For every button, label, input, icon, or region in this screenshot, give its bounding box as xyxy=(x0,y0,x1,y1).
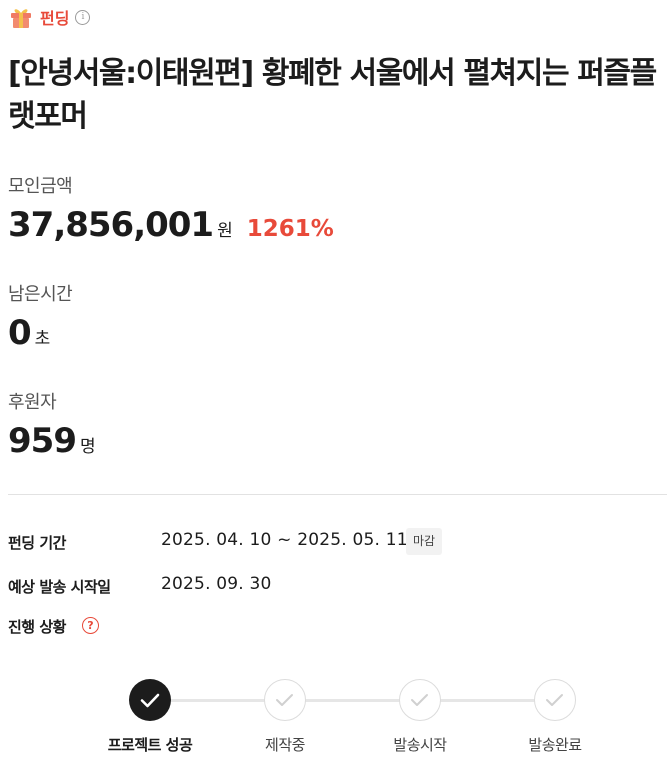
funding-period-value: 2025. 04. 10 ~ 2025. 05. 11 xyxy=(161,530,408,550)
shipping-date-label: 예상 발송 시작일 xyxy=(8,578,111,596)
remaining-value: 0 xyxy=(8,313,32,353)
check-icon xyxy=(276,694,293,706)
backers-row: 959 명 xyxy=(8,421,96,461)
gift-icon xyxy=(8,4,34,30)
raised-unit: 원 xyxy=(217,221,233,241)
remaining-row: 0 초 xyxy=(8,313,50,353)
check-icon xyxy=(140,693,160,708)
backers-value: 959 xyxy=(8,421,77,461)
raised-value: 37,856,001 xyxy=(8,205,214,245)
backers-unit: 명 xyxy=(79,437,96,457)
divider xyxy=(8,494,667,495)
step-label: 발송시작 xyxy=(393,736,447,754)
check-icon xyxy=(411,694,428,706)
step-label: 프로젝트 성공 xyxy=(107,736,193,754)
shipping-date-value: 2025. 09. 30 xyxy=(161,574,272,594)
category-row: 펀딩 i xyxy=(8,4,91,30)
step-production-circle xyxy=(264,679,306,721)
remaining-label: 남은시간 xyxy=(8,284,73,305)
check-icon xyxy=(546,694,563,706)
closed-badge: 마감 xyxy=(406,528,443,555)
progress-label: 진행 상황 xyxy=(8,618,66,636)
funding-period-label: 펀딩 기간 xyxy=(8,534,66,552)
remaining-unit: 초 xyxy=(34,329,51,349)
raised-label: 모인금액 xyxy=(8,176,73,197)
help-icon[interactable]: ? xyxy=(82,617,99,634)
backers-label: 후원자 xyxy=(8,392,57,413)
step-shipping-done-circle xyxy=(534,679,576,721)
step-success-circle xyxy=(129,679,171,721)
raised-row: 37,856,001 원 1261% xyxy=(8,205,334,245)
achievement-rate: 1261% xyxy=(246,216,334,242)
category-label[interactable]: 펀딩 xyxy=(40,5,69,29)
step-label: 발송완료 xyxy=(528,736,582,754)
info-icon[interactable]: i xyxy=(75,9,91,25)
step-shipping-start-circle xyxy=(399,679,441,721)
progress-track xyxy=(150,699,540,702)
step-label: 제작중 xyxy=(265,736,305,754)
page-title: [안녕서울:이태원편] 황폐한 서울에서 펼쳐지는 퍼즐플랫포머 xyxy=(8,56,657,134)
